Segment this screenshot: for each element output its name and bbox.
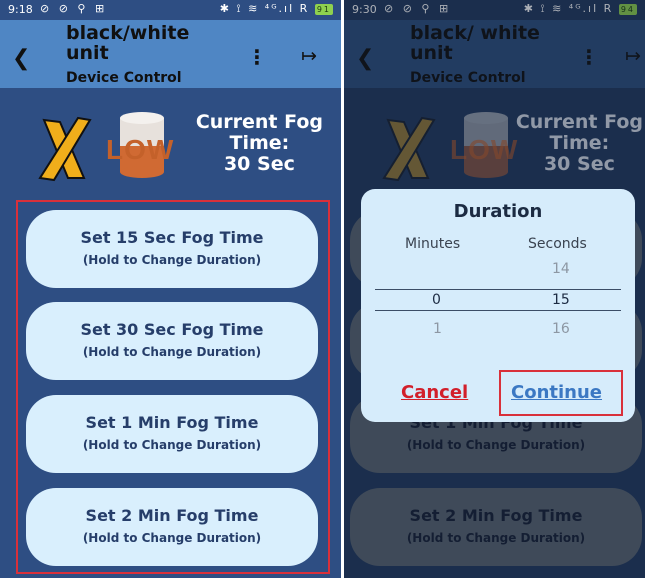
battery-icon: 91 — [314, 3, 333, 15]
button-hint: (Hold to Change Duration) — [82, 531, 262, 545]
seconds-selected[interactable]: 15 — [552, 292, 570, 308]
button-hint: (Hold to Change Duration) — [82, 438, 262, 452]
button-hint: (Hold to Change Duration) — [82, 345, 262, 359]
page-subtitle: Device Control — [66, 70, 182, 86]
back-icon[interactable]: ❮ — [12, 46, 30, 71]
fog-time-value: 30 Sec — [223, 153, 295, 175]
signal-icons: ✱ ⟟ ≋ ⁴ᴳ.ıl R — [219, 2, 310, 15]
set-1-min-button[interactable]: Set 1 Min Fog Time (Hold to Change Durat… — [26, 395, 318, 473]
picker-divider-top — [375, 289, 621, 290]
button-label: Set 2 Min Fog Time — [85, 506, 259, 525]
status-time: 9:18 — [8, 3, 33, 16]
dialog-title: Duration — [453, 201, 543, 222]
status-bar: 9:18 ⊘ ⊘ ⚲ ⊞ ✱ ⟟ ≋ ⁴ᴳ.ıl R 91 — [0, 0, 341, 20]
seconds-option-above[interactable]: 14 — [552, 261, 570, 277]
minutes-option-below[interactable]: 1 — [433, 321, 442, 337]
set-2-min-button[interactable]: Set 2 Min Fog Time (Hold to Change Durat… — [26, 488, 318, 566]
page-title: black/white unit — [66, 22, 190, 64]
seconds-option-below[interactable]: 16 — [552, 321, 570, 337]
exit-icon[interactable]: ↦ — [301, 45, 317, 67]
current-fog-time: Current Fog Time: 30 Sec — [196, 112, 323, 175]
more-vertical-icon[interactable]: ⋮ — [247, 45, 267, 69]
fog-level-label: LOW — [106, 134, 175, 165]
x-mark-icon — [38, 116, 92, 182]
button-label: Set 30 Sec Fog Time — [80, 320, 264, 339]
seconds-header: Seconds — [528, 236, 587, 252]
duration-dialog: Duration Minutes Seconds 14 0 15 1 16 Ca… — [361, 189, 635, 422]
picker-divider-bottom — [375, 310, 621, 311]
fog-status: LOW Current Fog Time: 30 Sec — [0, 88, 341, 196]
button-label: Set 15 Sec Fog Time — [80, 228, 264, 247]
set-15-sec-button[interactable]: Set 15 Sec Fog Time (Hold to Change Dura… — [26, 210, 318, 288]
left-screen: 9:18 ⊘ ⊘ ⚲ ⊞ ✱ ⟟ ≋ ⁴ᴳ.ıl R 91 ❮ black/wh… — [0, 0, 341, 578]
fog-time-label: Time: — [229, 132, 290, 154]
notification-icons: ⊘ ⊘ ⚲ ⊞ — [40, 2, 108, 15]
continue-highlight: Continue — [499, 370, 623, 416]
button-hint: (Hold to Change Duration) — [82, 253, 262, 267]
set-30-sec-button[interactable]: Set 30 Sec Fog Time (Hold to Change Dura… — [26, 302, 318, 380]
app-bar: ❮ black/white unit Device Control ⋮ ↦ — [0, 20, 341, 88]
system-icons: ✱ ⟟ ≋ ⁴ᴳ.ıl R 91 — [220, 2, 333, 16]
fog-time-heading: Current Fog — [195, 111, 323, 133]
cancel-button[interactable]: Cancel — [401, 382, 468, 403]
continue-button[interactable]: Continue — [511, 382, 602, 403]
minutes-selected[interactable]: 0 — [432, 292, 441, 308]
minutes-header: Minutes — [405, 236, 461, 252]
button-label: Set 1 Min Fog Time — [85, 413, 259, 432]
